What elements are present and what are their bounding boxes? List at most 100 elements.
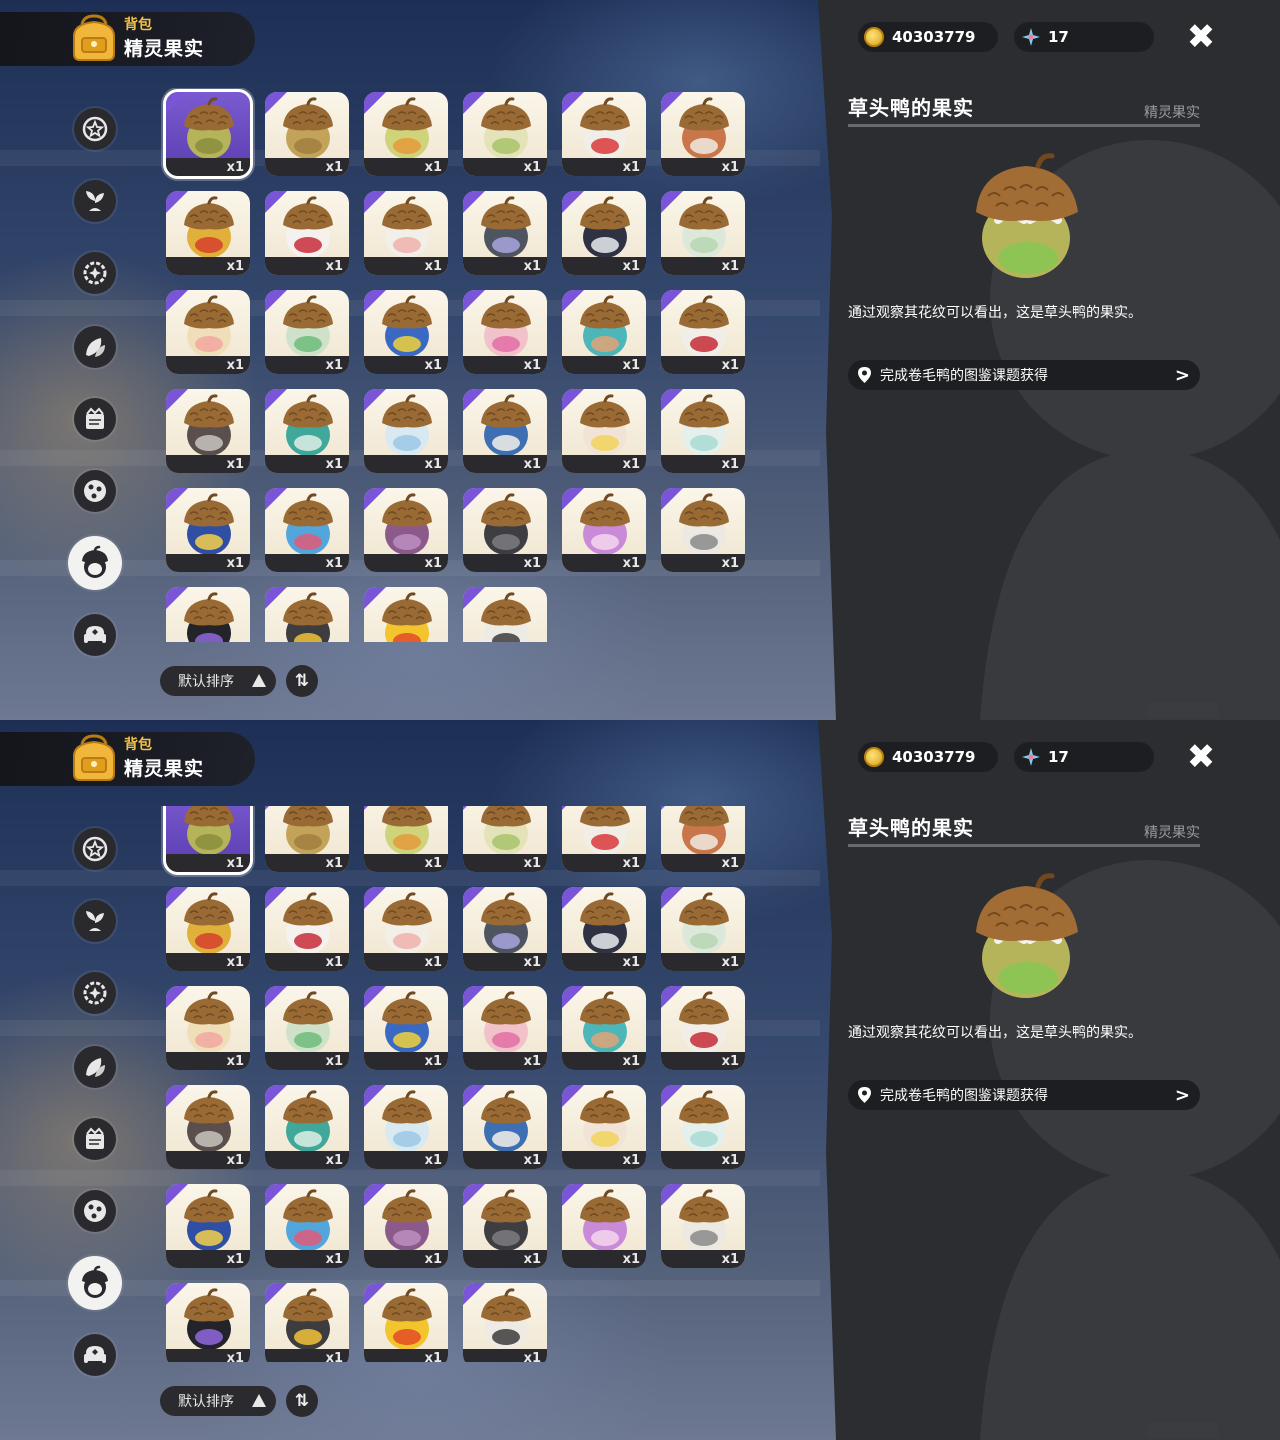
item-slot[interactable]: x1	[265, 92, 349, 176]
item-slot[interactable]: x1	[562, 290, 646, 374]
item-slot[interactable]: x1	[265, 887, 349, 971]
category-tab-crown-scroll[interactable]	[74, 1118, 116, 1160]
item-slot[interactable]: x1	[661, 389, 745, 473]
item-slot[interactable]: x1	[463, 887, 547, 971]
item-slot[interactable]: x1	[661, 290, 745, 374]
item-slot[interactable]: x1	[163, 89, 253, 179]
item-slot[interactable]: x1	[364, 488, 448, 572]
item-slot[interactable]: x1	[562, 1184, 646, 1268]
item-slot[interactable]: x1	[661, 887, 745, 971]
sort-dropdown[interactable]: 默认排序	[160, 1386, 276, 1416]
item-slot[interactable]: x1	[166, 986, 250, 1070]
close-icon: ✖	[1186, 17, 1216, 57]
item-source-link[interactable]: 完成卷毛鸭的图鉴课题获得 >	[848, 360, 1200, 390]
item-slot[interactable]: x1	[364, 1283, 448, 1362]
item-slot[interactable]: x1	[166, 887, 250, 971]
item-slot[interactable]: x1	[265, 488, 349, 572]
item-slot[interactable]: x1	[661, 1085, 745, 1169]
item-slot[interactable]: x1	[265, 389, 349, 473]
item-slot[interactable]: x1	[463, 986, 547, 1070]
item-slot[interactable]: x1	[562, 389, 646, 473]
category-tab-acorn[interactable]	[68, 536, 122, 590]
item-slot[interactable]: x1	[265, 986, 349, 1070]
close-button[interactable]: ✖	[1184, 740, 1218, 774]
item-slot[interactable]: x1	[463, 389, 547, 473]
item-slot[interactable]: x1	[562, 887, 646, 971]
item-slot[interactable]: x1	[463, 92, 547, 176]
category-tab-leaves[interactable]	[74, 1046, 116, 1088]
category-tab-star-badge[interactable]	[74, 108, 116, 150]
item-slot[interactable]: x1	[661, 986, 745, 1070]
item-slot[interactable]: x1	[463, 1283, 547, 1362]
item-slot[interactable]: x1	[163, 806, 253, 875]
item-slot[interactable]: x1	[562, 986, 646, 1070]
item-slot[interactable]: x1	[265, 1085, 349, 1169]
item-slot[interactable]: x1	[562, 488, 646, 572]
sort-dropdown[interactable]: 默认排序	[160, 666, 276, 696]
category-tab-crown-scroll[interactable]	[74, 398, 116, 440]
item-slot[interactable]: x1	[166, 488, 250, 572]
item-slot[interactable]: x1	[562, 92, 646, 176]
item-slot[interactable]: x1	[265, 587, 349, 642]
item-slot[interactable]: x1	[562, 1085, 646, 1169]
item-slot[interactable]: x1	[364, 290, 448, 374]
item-slot[interactable]: x1	[265, 290, 349, 374]
item-slot[interactable]: x1	[166, 1085, 250, 1169]
item-slot[interactable]: x1	[265, 806, 349, 872]
close-button[interactable]: ✖	[1184, 20, 1218, 54]
item-slot[interactable]: x1	[661, 806, 745, 872]
item-quantity: x1	[226, 160, 244, 175]
item-slot[interactable]: x1	[463, 488, 547, 572]
item-slot[interactable]: x1	[166, 1184, 250, 1268]
item-slot[interactable]: x1	[562, 191, 646, 275]
item-slot[interactable]: x1	[463, 1085, 547, 1169]
item-slot[interactable]: x1	[364, 389, 448, 473]
item-slot[interactable]: x1	[364, 92, 448, 176]
category-tab-armchair[interactable]	[74, 1334, 116, 1376]
category-tab-ball[interactable]	[74, 1190, 116, 1232]
item-slot[interactable]: x1	[562, 806, 646, 872]
item-slot[interactable]: x1	[166, 389, 250, 473]
item-slot[interactable]: x1	[265, 191, 349, 275]
item-slot[interactable]: x1	[463, 191, 547, 275]
item-slot[interactable]: x1	[364, 887, 448, 971]
item-slot[interactable]: x1	[166, 290, 250, 374]
category-tab-acorn[interactable]	[68, 1256, 122, 1310]
item-slot[interactable]: x1	[166, 1283, 250, 1362]
category-tab-leaves[interactable]	[74, 326, 116, 368]
category-tab-sparkle-gear[interactable]	[74, 972, 116, 1014]
item-slot[interactable]: x1	[166, 587, 250, 642]
item-slot[interactable]: x1	[661, 191, 745, 275]
item-preview-image	[976, 153, 1078, 278]
item-slot[interactable]: x1	[265, 1283, 349, 1362]
item-grid[interactable]: x1 x1 x1 x1 x1 x1 x1 x1 x1 x1 x1 x1 x1 x…	[160, 88, 760, 642]
item-slot[interactable]: x1	[463, 806, 547, 872]
item-slot[interactable]: x1	[463, 290, 547, 374]
item-slot[interactable]: x1	[364, 1085, 448, 1169]
item-source-link[interactable]: 完成卷毛鸭的图鉴课题获得 >	[848, 1080, 1200, 1110]
chevron-right-icon: >	[1174, 1085, 1190, 1106]
item-slot[interactable]: x1	[661, 1184, 745, 1268]
sort-order-button[interactable]: ⇅	[286, 665, 318, 697]
item-slot[interactable]: x1	[166, 191, 250, 275]
item-slot[interactable]: x1	[364, 1184, 448, 1268]
category-tab-sparkle-gear[interactable]	[74, 252, 116, 294]
item-slot[interactable]: x1	[364, 806, 448, 872]
item-grid[interactable]: x1 x1 x1 x1 x1 x1 x1 x1 x1 x1 x1 x1 x1 x…	[160, 806, 760, 1362]
item-slot[interactable]: x1	[661, 92, 745, 176]
category-tab-leaf-sprout[interactable]	[74, 900, 116, 942]
category-tab-leaf-sprout[interactable]	[74, 180, 116, 222]
category-tab-ball[interactable]	[74, 470, 116, 512]
item-slot[interactable]: x1	[463, 587, 547, 642]
item-quantity: x1	[721, 856, 739, 871]
item-quantity: x1	[721, 1054, 739, 1069]
item-slot[interactable]: x1	[463, 1184, 547, 1268]
category-tab-star-badge[interactable]	[74, 828, 116, 870]
item-slot[interactable]: x1	[265, 1184, 349, 1268]
item-slot[interactable]: x1	[364, 986, 448, 1070]
item-slot[interactable]: x1	[364, 587, 448, 642]
item-slot[interactable]: x1	[364, 191, 448, 275]
item-slot[interactable]: x1	[661, 488, 745, 572]
sort-order-button[interactable]: ⇅	[286, 1385, 318, 1417]
category-tab-armchair[interactable]	[74, 614, 116, 656]
